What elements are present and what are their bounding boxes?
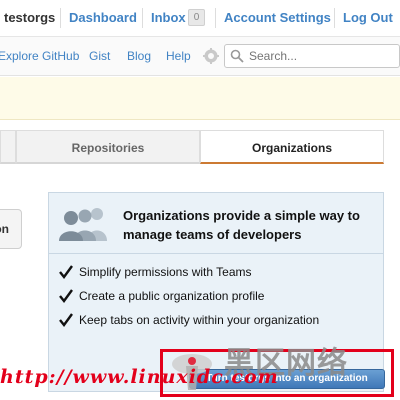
feature-list: Simplify permissions with Teams Create a… [59,264,319,336]
list-item: Create a public organization profile [59,288,319,312]
gist-link[interactable]: Gist [89,49,110,63]
nav-bar: Explore GitHub Gist Blog Help [0,36,400,76]
divider [334,8,335,28]
tab-repositories[interactable]: Repositories [16,130,200,164]
logout-link[interactable]: Log Out [343,10,393,25]
search-input[interactable] [249,48,397,64]
list-item: Keep tabs on activity within your organi… [59,312,319,336]
promo-title: Organizations provide a simple way to ma… [123,208,360,242]
search-box[interactable] [224,44,400,68]
feature-text: Create a public organization profile [79,289,265,303]
gear-icon[interactable] [203,48,219,64]
tab-organizations[interactable]: Organizations [200,130,384,164]
check-icon [59,313,73,327]
promo-header: Organizations provide a simple way to ma… [49,193,383,253]
check-icon [59,265,73,279]
inbox-link[interactable]: Inbox [151,10,186,25]
divider [215,8,216,28]
divider [60,8,61,28]
left-action-button[interactable]: on [0,209,22,249]
user-bar: testorgs Dashboard Inbox 0 Account Setti… [0,0,400,36]
team-icon [59,208,107,241]
inbox-count-badge[interactable]: 0 [188,9,205,26]
divider [142,8,143,28]
github-dashboard-page: testorgs Dashboard Inbox 0 Account Setti… [0,0,400,400]
feature-text: Simplify permissions with Teams [79,265,252,279]
help-link[interactable]: Help [166,49,191,63]
tab-bar: Repositories Organizations [0,130,400,166]
account-settings-link[interactable]: Account Settings [224,10,331,25]
watermark-url: http://www.linuxidc.com [0,366,279,388]
explore-github-link[interactable]: Explore GitHub [0,49,79,63]
dashboard-link[interactable]: Dashboard [69,10,137,25]
search-icon [230,49,244,63]
feature-text: Keep tabs on activity within your organi… [79,313,320,327]
divider [49,253,383,254]
list-item: Simplify permissions with Teams [59,264,319,288]
username-link[interactable]: testorgs [4,10,55,25]
notice-banner [0,77,400,120]
check-icon [59,289,73,303]
tab-partial[interactable] [0,130,16,164]
blog-link[interactable]: Blog [127,49,151,63]
